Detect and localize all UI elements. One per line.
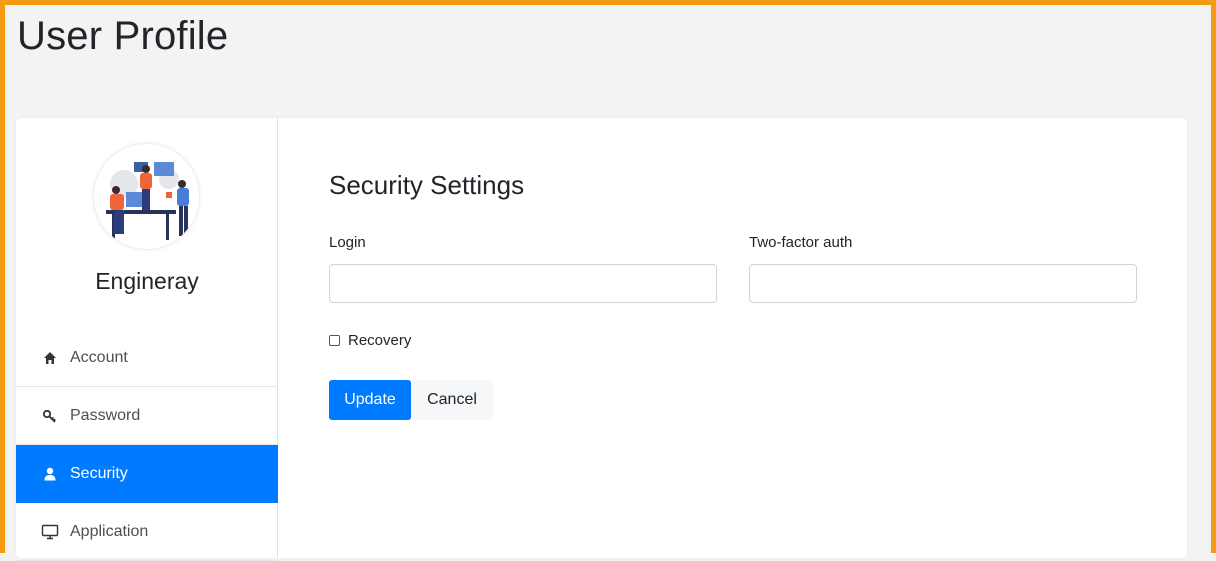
sidebar-item-security[interactable]: Security <box>16 445 278 503</box>
login-input[interactable] <box>329 264 717 303</box>
avatar <box>94 144 199 249</box>
sidebar-item-label: Account <box>70 348 128 366</box>
cancel-button[interactable]: Cancel <box>411 380 493 420</box>
sidebar-item-label: Application <box>70 522 149 540</box>
monitor-icon <box>40 524 60 540</box>
two-factor-label: Two-factor auth <box>749 234 853 251</box>
sidebar-item-label: Password <box>70 406 141 424</box>
two-factor-input[interactable] <box>749 264 1137 303</box>
recovery-label: Recovery <box>348 332 412 349</box>
key-icon <box>40 408 60 424</box>
home-icon <box>40 350 60 366</box>
sidebar-item-application[interactable]: Application <box>16 503 278 561</box>
section-title: Security Settings <box>329 170 525 200</box>
recovery-option[interactable]: Recovery <box>329 332 411 349</box>
team-illustration-icon <box>106 162 189 240</box>
page-title: User Profile <box>17 14 229 58</box>
update-button[interactable]: Update <box>329 380 411 420</box>
sidebar-item-account[interactable]: Account <box>16 329 278 387</box>
sidebar-nav: Account Password Security Application <box>16 329 278 561</box>
sidebar: Engineray Account Password Security Appl… <box>16 118 278 561</box>
sidebar-item-label: Security <box>70 464 128 482</box>
sidebar-item-password[interactable]: Password <box>16 387 278 445</box>
profile-name: Engineray <box>95 268 199 294</box>
user-icon <box>40 466 60 482</box>
profile-card: Engineray Account Password Security Appl… <box>16 118 1187 561</box>
login-label: Login <box>329 234 366 251</box>
recovery-checkbox[interactable] <box>329 335 340 346</box>
